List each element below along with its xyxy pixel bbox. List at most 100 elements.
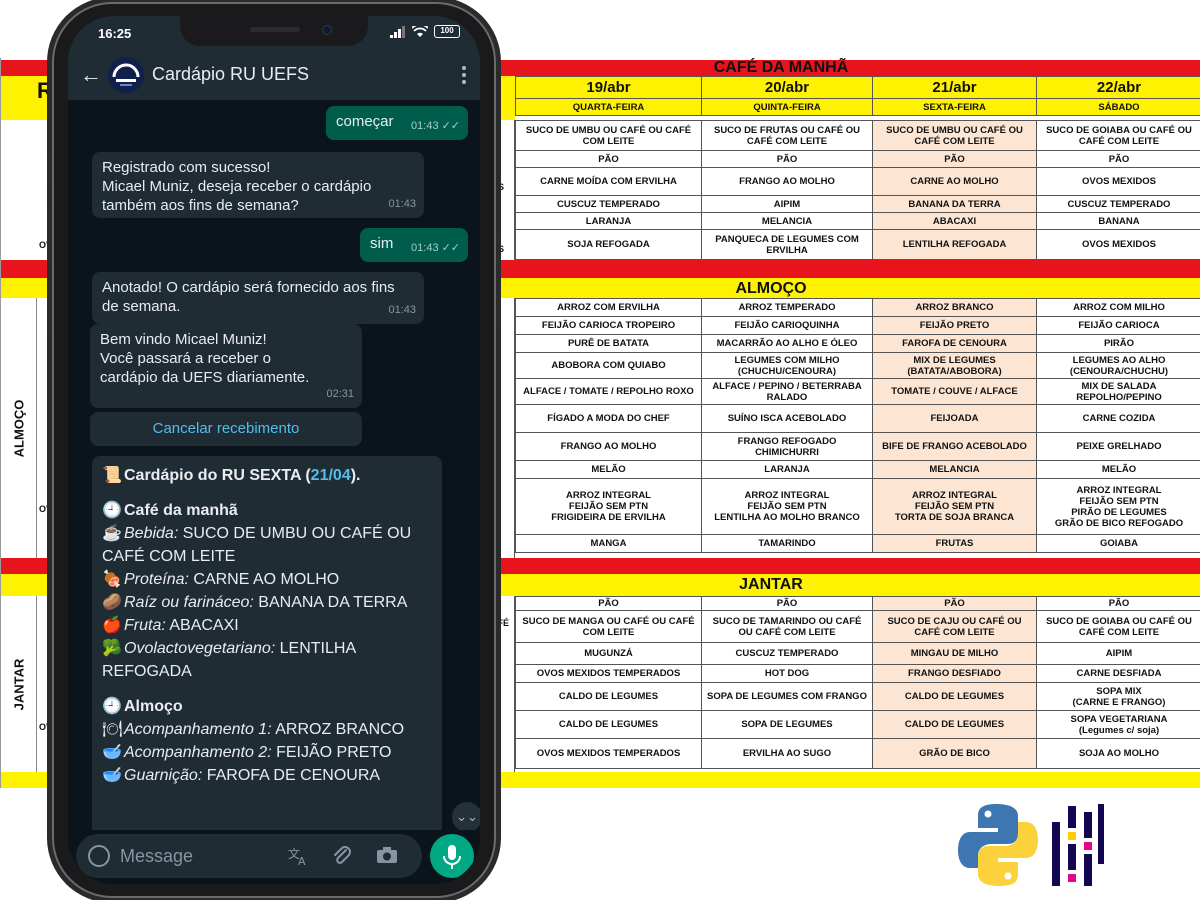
message-input[interactable] — [120, 842, 270, 870]
menu-cell: HOT DOG — [701, 664, 873, 683]
menu-cell: CALDO DE LEGUMES — [872, 710, 1037, 739]
menu-cell: OVOS MEXIDOS TEMPERADOS — [515, 664, 702, 683]
menu-line: 🥔 Raíz ou farináceo: BANANA DA TERRA — [102, 591, 432, 614]
menu-row: MELÃO LARANJA MELANCIA MELÃO — [515, 460, 1200, 479]
meat-icon: 🍖 — [102, 571, 122, 588]
menu-row: OVOS MEXIDOS TEMPERADOS ERVILHA AO SUGO GR… — [515, 738, 1200, 769]
menu-row: FEIJÃO CARIOCA TROPEIRO FEIJÃO CARIOQUINH… — [515, 316, 1200, 335]
menu-cell: GRÃO DE BICO — [872, 738, 1037, 769]
dinner-side-text: JANTAR — [11, 658, 27, 710]
menu-cell: LEGUMES AO ALHO (CENOURA/CHUCHU) — [1036, 352, 1200, 379]
lunch-rows: ARROZ COM ERVILHA ARROZ TEMPERADO ARROZ BR… — [515, 298, 1200, 553]
menu-cell: ARROZ BRANCO — [872, 298, 1037, 317]
plate-icon: 🍽 — [102, 721, 123, 738]
read-ticks-icon: ✓✓ — [441, 120, 460, 132]
menu-cell: SOPA DE LEGUMES — [701, 710, 873, 739]
menu-line: 🥣 Acompanhamento 2: FEIJÃO PRETO — [102, 741, 432, 764]
phone-frame: 16:25 100 ← Cardápio RU UEFS começar 01:… — [47, 2, 501, 898]
volume-down-button — [47, 280, 52, 340]
menu-cell: PÃO — [515, 596, 702, 611]
menu-cell: ARROZ TEMPERADO — [701, 298, 873, 317]
scroll-down-icon[interactable]: ⌄⌄ — [452, 802, 480, 830]
menu-cell: PEIXE GRELHADO — [1036, 432, 1200, 461]
overflow-menu-icon[interactable] — [454, 60, 474, 90]
menu-row: SOJA REFOGADA PANQUECA DE LEGUMES COM ERV… — [515, 229, 1200, 260]
breakfast-heading: 🕘 Café da manhã — [102, 499, 432, 522]
menu-cell: AIPIM — [701, 195, 873, 213]
menu-cell: ABOBORA COM QUIABO — [515, 352, 702, 379]
chat-area: começar 01:43 ✓✓ Registrado com sucesso! … — [68, 100, 480, 830]
message-outgoing[interactable]: sim 01:43 ✓✓ — [360, 228, 468, 262]
menu-cell: SUÍNO ISCA ACEBOLADO — [701, 404, 873, 433]
message-outgoing[interactable]: começar 01:43 ✓✓ — [326, 106, 468, 140]
notch — [180, 16, 368, 46]
line-label: Acompanhamento 2: — [124, 744, 272, 761]
lunch-side-label: ALMOÇO — [1, 298, 37, 558]
line-label: Fruta: — [124, 617, 166, 634]
menu-cell: BIFE DE FRANGO ACEBOLADO — [872, 432, 1037, 461]
lunch-side-text: ALMOÇO — [11, 399, 26, 457]
menu-row: OVOS MEXIDOS TEMPERADOS HOT DOG FRANGO DES… — [515, 664, 1200, 683]
menu-cell: MELANCIA — [701, 212, 873, 230]
menu-cell: MIX DE SALADA REPOLHO/PEPINO — [1036, 378, 1200, 405]
message-text: Registrado com sucesso! Micael Muniz, de… — [102, 159, 372, 214]
menu-cell: AIPIM — [1036, 642, 1200, 665]
line-value: FAROFA DE CENOURA — [202, 767, 381, 784]
avatar[interactable] — [108, 57, 144, 93]
line-label: Proteína: — [124, 571, 189, 588]
breakfast-rows: SUCO DE UMBU OU CAFÉ OU CAFÉ COM LEITE SU… — [515, 120, 1200, 260]
mic-button[interactable] — [430, 834, 474, 878]
menu-row: PURÊ DE BATATA MACARRÃO AO ALHO E ÓLEO FAR… — [515, 334, 1200, 353]
back-arrow-icon[interactable]: ← — [80, 62, 102, 88]
menu-cell: TOMATE / COUVE / ALFACE — [872, 378, 1037, 405]
weekday-cell: QUINTA-FEIRA — [701, 98, 873, 116]
python-logo — [958, 804, 1038, 886]
message-incoming[interactable]: Bem vindo Micael Muniz! Você passará a r… — [90, 324, 362, 408]
menu-cell: SUCO DE TAMARINDO OU CAFÉ OU CAFÉ COM LE… — [701, 610, 873, 643]
emoji-icon[interactable] — [88, 845, 110, 867]
menu-cell: CUSCUZ TEMPERADO — [701, 642, 873, 665]
message-composer: 文A — [68, 830, 480, 884]
message-text: Bem vindo Micael Muniz! Você passará a r… — [100, 331, 310, 386]
message-timestamp: 01:43 — [411, 242, 439, 254]
status-time: 16:25 — [98, 26, 132, 41]
menu-cell: SOJA REFOGADA — [515, 229, 702, 260]
menu-row: CARNE MOÍDA COM ERVILHA FRANGO AO MOLHO CA… — [515, 167, 1200, 196]
menu-cell: FRANGO AO MOLHO — [701, 167, 873, 196]
message-incoming[interactable]: Registrado com sucesso! Micael Muniz, de… — [92, 152, 424, 218]
translate-icon[interactable]: 文A — [288, 846, 310, 866]
camera-icon[interactable] — [376, 846, 398, 864]
menu-cell: ARROZ INTEGRAL FEIJÃO SEM PTN PIRÃO DE L… — [1036, 478, 1200, 535]
menu-row: FÍGADO A MODA DO CHEF SUÍNO ISCA ACEBOLAD… — [515, 404, 1200, 433]
menu-line: ☕ Bebida: SUCO DE UMBU OU CAFÉ OU CAFÉ CO… — [102, 522, 432, 568]
menu-cell: SUCO DE UMBU OU CAFÉ OU CAFÉ COM LEITE — [515, 120, 702, 151]
menu-row: ABOBORA COM QUIABO LEGUMES COM MILHO (CHU… — [515, 352, 1200, 379]
menu-cell: MUGUNZÁ — [515, 642, 702, 665]
row-stub: OV — [39, 722, 53, 732]
stage: CAFÉ DA MANHÃ R 19/abr 20/abr 21/abr 22/… — [0, 0, 1200, 900]
phone-screen: 16:25 100 ← Cardápio RU UEFS começar 01:… — [68, 16, 480, 884]
menu-cell: BANANA DA TERRA — [872, 195, 1037, 213]
coffee-icon: ☕ — [102, 525, 122, 542]
menu-row: ALFACE / TOMATE / REPOLHO ROXO ALFACE / P… — [515, 378, 1200, 405]
message-incoming[interactable]: Anotado! O cardápio será fornecido aos f… — [92, 272, 424, 324]
menu-message[interactable]: 📜 Cardápio do RU SEXTA (21/04). 🕘 Café da … — [92, 456, 442, 830]
chat-title[interactable]: Cardápio RU UEFS — [152, 64, 309, 85]
lunch-title: ALMOÇO — [735, 280, 807, 297]
menu-cell: CARNE DESFIADA — [1036, 664, 1200, 683]
menu-cell: SOJA AO MOLHO — [1036, 738, 1200, 769]
cancel-subscription-button[interactable]: Cancelar recebimento — [90, 412, 362, 446]
weekday-cell: SEXTA-FEIRA — [872, 98, 1037, 116]
dinner-rows: PÃO PÃO PÃO PÃO SUCO DE MANGA OU CAFÉ OU CAF… — [515, 596, 1200, 769]
line-label: Bebida: — [124, 525, 179, 542]
menu-row: CALDO DE LEGUMES SOPA DE LEGUMES CALDO DE … — [515, 710, 1200, 739]
message-timestamp: 01:43 — [388, 198, 416, 210]
attach-icon[interactable] — [332, 845, 352, 867]
menu-cell: CUSCUZ TEMPERADO — [515, 195, 702, 213]
pandas-logo — [1052, 804, 1104, 886]
menu-cell: OVOS MEXIDOS — [1036, 167, 1200, 196]
mute-switch — [47, 152, 52, 186]
menu-cell: SUCO DE UMBU OU CAFÉ OU CAFÉ COM LEITE — [872, 120, 1037, 151]
line-value: FEIJÃO PRETO — [271, 744, 392, 761]
menu-row: CALDO DE LEGUMES SOPA DE LEGUMES COM FRAN… — [515, 682, 1200, 711]
